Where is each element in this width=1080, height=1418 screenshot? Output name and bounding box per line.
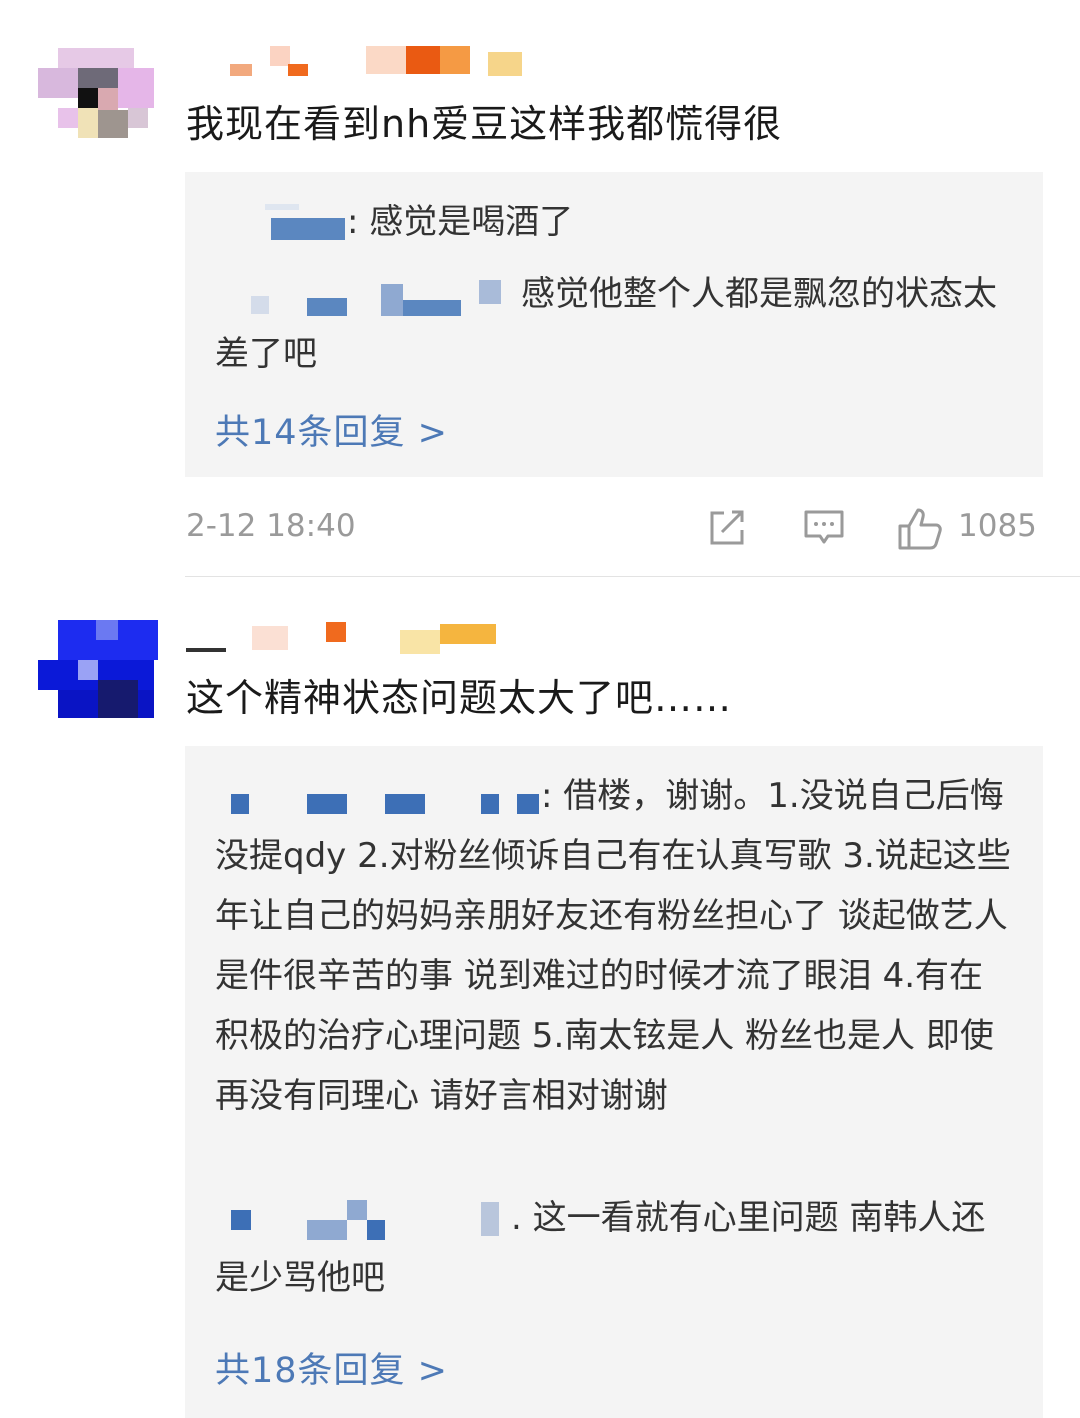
reply-username-blurred[interactable]	[215, 276, 521, 316]
timestamp: 2-12 18:40	[186, 508, 356, 544]
reply-username-blurred[interactable]	[215, 1199, 511, 1240]
reply-text: : 借楼，谢谢。1.没说自己后悔 没提qdy 2.对粉丝倾诉自己有在认真写歌 3…	[215, 776, 1011, 1116]
divider	[185, 576, 1080, 577]
view-more-replies-link[interactable]: 共14条回复 >	[215, 404, 448, 455]
reply-item[interactable]: 感觉他整个人都是飘忽的状态太差了吧	[215, 264, 1015, 384]
thumbs-up-icon[interactable]	[896, 506, 944, 560]
share-icon[interactable]	[704, 506, 748, 558]
avatar[interactable]	[38, 40, 158, 144]
avatar[interactable]	[38, 620, 158, 724]
comment-item: 我现在看到nh爱豆这样我都慌得很 : 感觉是喝酒了 感觉他整个人都是飘忽的状态太…	[0, 0, 1080, 580]
comment-text: 我现在看到nh爱豆这样我都慌得很	[186, 102, 783, 146]
comment-meta: 2-12 18:40 1085	[186, 504, 1042, 554]
reply-username-blurred[interactable]	[215, 778, 541, 818]
view-more-replies-link[interactable]: 共18条回复 >	[215, 1342, 448, 1393]
comment-item: 这个精神状态问题太大了吧…… : 借楼，谢谢。1.没说自己后悔 没提qdy 2.…	[0, 600, 1080, 1418]
reply-item[interactable]: . 这一看就有心里问题 南韩人还是少骂他吧	[215, 1188, 1015, 1308]
reply-username-blurred[interactable]	[215, 203, 347, 244]
reply-item[interactable]: : 借楼，谢谢。1.没说自己后悔 没提qdy 2.对粉丝倾诉自己有在认真写歌 3…	[215, 766, 1015, 1126]
reply-text: : 感觉是喝酒了	[347, 202, 574, 242]
reply-box[interactable]: : 借楼，谢谢。1.没说自己后悔 没提qdy 2.对粉丝倾诉自己有在认真写歌 3…	[185, 746, 1043, 1418]
comment-icon[interactable]	[802, 506, 846, 558]
username-blurred[interactable]	[186, 620, 506, 654]
like-count: 1085	[958, 508, 1037, 544]
username-blurred[interactable]	[230, 42, 530, 76]
reply-box[interactable]: : 感觉是喝酒了 感觉他整个人都是飘忽的状态太差了吧 共14条回复 >	[185, 172, 1043, 477]
reply-item[interactable]: : 感觉是喝酒了	[215, 192, 1015, 252]
comment-text: 这个精神状态问题太大了吧……	[186, 676, 733, 720]
